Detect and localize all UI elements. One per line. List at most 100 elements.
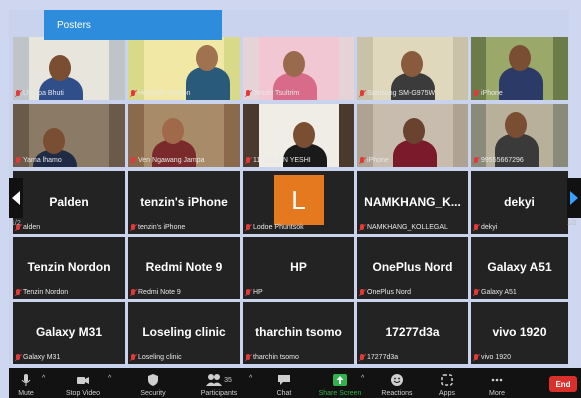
person-head — [162, 118, 184, 144]
chevron-left-icon — [12, 191, 20, 205]
participant-display-name: tenzin's iPhone — [140, 194, 228, 209]
participant-name: 17277d3a — [367, 354, 399, 361]
chat-bubble-icon — [278, 375, 290, 385]
participant-display-name: Tenzin Nordon — [27, 259, 111, 274]
participant-tile[interactable]: Redmi Note 9 Redmi Note 9 — [128, 237, 240, 299]
video-options-caret[interactable]: ^ — [108, 375, 111, 382]
participant-name-label: HP — [245, 289, 263, 296]
muted-microphone-icon — [359, 289, 365, 296]
share-options-caret[interactable]: ^ — [361, 375, 364, 382]
reactions-button[interactable]: Reactions — [372, 368, 422, 397]
participant-name: 11-TENZIN YESHI — [253, 157, 311, 164]
participant-name: Hepatitis Section — [138, 90, 191, 97]
participant-tile[interactable]: Loseling clinic Loseling clinic — [128, 302, 240, 364]
participant-tile[interactable]: tharchin tsomo tharchin tsomo — [243, 302, 354, 364]
chat-button[interactable]: Chat — [259, 368, 309, 397]
participant-name-label: Loseling clinic — [130, 354, 182, 361]
participant-tile[interactable]: dekyi dekyi — [471, 171, 568, 234]
participant-display-name: dekyi — [504, 194, 535, 209]
person-head — [293, 122, 315, 148]
participant-name-label: 17277d3a — [359, 354, 398, 361]
participant-name: iPhone — [367, 157, 389, 164]
previous-page-button[interactable] — [9, 178, 23, 218]
participant-tile[interactable]: Galaxy A51 Galaxy A51 — [471, 237, 568, 299]
participant-name-label: iPhone — [473, 90, 503, 97]
page-indicator-left: 1/2 — [11, 220, 21, 227]
participant-name: tenzin's iPhone — [138, 224, 186, 231]
participant-tile[interactable]: 11-TENZIN YESHI — [243, 104, 354, 167]
participant-name: Loseling clinic — [138, 354, 182, 361]
person-head — [401, 51, 423, 77]
participant-tile[interactable]: HP HP — [243, 237, 354, 299]
more-label: More — [489, 390, 505, 397]
share-screen-icon — [333, 374, 347, 386]
mute-options-caret[interactable]: ^ — [42, 375, 45, 382]
participants-button[interactable]: 35 Participants — [194, 368, 244, 397]
participant-tile[interactable]: Samsung SM-G975W — [357, 37, 468, 100]
participant-tile[interactable]: Galaxy M31 Galaxy M31 — [13, 302, 125, 364]
chat-label: Chat — [276, 390, 292, 397]
participant-name-label: Hepatitis Section — [130, 90, 191, 97]
participant-name-label: Yama lhamo — [15, 157, 62, 164]
mute-button[interactable]: Mute — [1, 368, 51, 397]
participant-name-label: Lodoe Phuntsok — [245, 224, 304, 231]
participant-name: Tenzin Nordon — [23, 289, 69, 296]
stop-video-button[interactable]: Stop Video — [58, 368, 108, 397]
mute-label: Mute — [18, 390, 34, 397]
apps-button[interactable]: Apps — [422, 368, 472, 397]
participant-name: 99555667296 — [481, 157, 524, 164]
participant-name-label: OnePlus Nord — [359, 289, 411, 296]
posters-popup[interactable]: Posters — [44, 10, 222, 40]
participant-name-label: iPhone — [359, 157, 389, 164]
participant-tile[interactable]: iPhone — [471, 37, 568, 100]
share-screen-button[interactable]: Share Screen — [315, 368, 365, 397]
muted-microphone-icon — [15, 354, 21, 361]
participant-tile[interactable]: Tenzin Nordon Tenzin Nordon — [13, 237, 125, 299]
apps-label: Apps — [439, 390, 455, 397]
participant-tile[interactable]: Ven Ngawang Jampa — [128, 104, 240, 167]
muted-microphone-icon — [473, 289, 479, 296]
participant-name: NAMKHANG_KOLLEGAL — [367, 224, 448, 231]
participants-options-caret[interactable]: ^ — [249, 375, 252, 382]
participant-tile[interactable]: Palden alden — [13, 171, 125, 234]
participant-tile[interactable]: Lhakpa Bhuti — [13, 37, 125, 100]
next-page-button[interactable] — [567, 178, 581, 218]
participant-name: Samsung SM-G975W — [367, 90, 436, 97]
muted-microphone-icon — [245, 157, 251, 164]
participant-name: Lhakpa Bhuti — [23, 90, 64, 97]
participant-tile[interactable]: vivo 1920 vivo 1920 — [471, 302, 568, 364]
participant-name: alden — [23, 224, 41, 231]
window-top-edge — [0, 0, 581, 10]
participants-count: 35 — [224, 376, 232, 384]
more-button[interactable]: More — [472, 368, 522, 397]
security-button[interactable]: Security — [128, 368, 178, 397]
participant-tile[interactable]: Tenzin Tsultrim — [243, 37, 354, 100]
participant-tile[interactable]: Hepatitis Section — [128, 37, 240, 100]
muted-microphone-icon — [473, 224, 479, 231]
participant-name-label: 99555667296 — [473, 157, 524, 164]
muted-microphone-icon — [245, 354, 251, 361]
share-screen-label: Share Screen — [318, 390, 362, 397]
participant-tile[interactable]: OnePlus Nord OnePlus Nord — [357, 237, 468, 299]
muted-microphone-icon — [359, 90, 365, 97]
participant-tile[interactable]: L Lodoe Phuntsok — [243, 171, 354, 234]
participant-name-label: Galaxy A51 — [473, 289, 517, 296]
person-silhouette — [186, 67, 230, 100]
participant-tile[interactable]: iPhone — [357, 104, 468, 167]
shield-icon — [148, 374, 158, 386]
participant-name: Galaxy M31 — [23, 354, 61, 361]
participant-tile[interactable]: NAMKHANG_K... NAMKHANG_KOLLEGAL — [357, 171, 468, 234]
participant-name-label: Samsung SM-G975W — [359, 90, 435, 97]
participant-tile[interactable]: 99555667296 — [471, 104, 568, 167]
muted-microphone-icon — [15, 289, 21, 296]
participant-tile[interactable]: 17277d3a 17277d3a — [357, 302, 468, 364]
participant-name: Galaxy A51 — [481, 289, 517, 296]
avatar: L — [273, 175, 324, 225]
end-meeting-button[interactable]: End — [549, 376, 577, 392]
person-head — [505, 112, 527, 138]
participant-name: Yama lhamo — [23, 157, 62, 164]
participant-tile[interactable]: Yama lhamo — [13, 104, 125, 167]
participant-tile[interactable]: tenzin's iPhone tenzin's iPhone — [128, 171, 240, 234]
participant-name: OnePlus Nord — [367, 289, 411, 296]
muted-microphone-icon — [15, 157, 21, 164]
